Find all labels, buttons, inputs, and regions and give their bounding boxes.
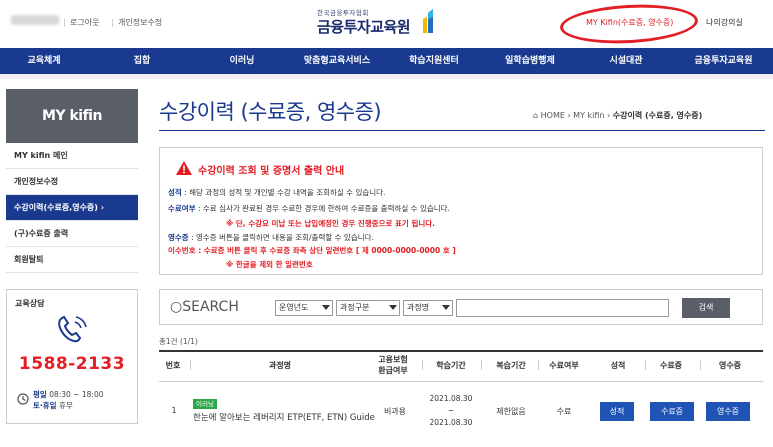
- th-course: 과정명: [268, 361, 292, 370]
- sidebar-item-main[interactable]: MY kifin 메인: [6, 143, 138, 169]
- hours-holiday-label: 토·휴일: [33, 401, 57, 410]
- period-tilde: ~: [447, 406, 455, 415]
- divider: |: [111, 18, 114, 27]
- hours-weekday: 08:30 ~ 18:00: [49, 390, 104, 399]
- th-status: 수료여부: [549, 361, 579, 370]
- nav-item-work-study[interactable]: 일학습병행제: [482, 48, 578, 74]
- notice-receipt: 영수증 : 영수증 버튼을 클릭하면 내용을 조회/출력할 수 있습니다.: [168, 233, 374, 242]
- hours-weekday-label: 평일: [33, 390, 47, 399]
- cell-review: 제한없음: [496, 407, 526, 416]
- course-select[interactable]: 과정명: [403, 300, 453, 316]
- receipt-button[interactable]: 영수증: [706, 402, 750, 421]
- breadcrumb: ⌂ HOME › MY kifin › 수강이력 (수료증, 영수증): [533, 110, 702, 121]
- phone-icon: [58, 315, 87, 343]
- certificate-button[interactable]: 수료증: [650, 402, 694, 421]
- logout-link[interactable]: 로그아웃: [70, 17, 99, 28]
- clock-icon: [17, 393, 29, 405]
- nav-item-learning-support[interactable]: 학습지원센터: [386, 48, 482, 74]
- cell-no: 1: [171, 406, 177, 415]
- consult-title: 교육상담: [15, 299, 45, 308]
- sidebar-item-withdraw[interactable]: 회원탈퇴: [6, 247, 138, 273]
- cell-status: 수료: [556, 407, 572, 416]
- th-no: 번호: [165, 361, 181, 370]
- notice-serial: 이수번호 : 수료증 버튼 클릭 후 수료증 좌측 상단 일련번호 [ 제 00…: [168, 246, 456, 255]
- header-divider: [538, 360, 539, 370]
- kifin-logo[interactable]: 한국금융투자협회 금융투자교육원: [317, 5, 457, 41]
- sidebar-title: MY kifin: [6, 89, 138, 143]
- consult-hours: 평일 08:30 ~ 18:00 토·휴일 휴무: [33, 389, 103, 411]
- home-icon[interactable]: ⌂: [533, 111, 538, 120]
- th-refund: 고용보험 환급여부: [365, 354, 421, 376]
- notice-title: 수강이력 조회 및 증명서 출력 안내: [198, 166, 345, 177]
- consult-phone-number: 1588-2133: [18, 354, 126, 374]
- period-start: 2021.08.30: [429, 394, 473, 403]
- table-head-border: [159, 381, 763, 382]
- category-select[interactable]: 과정구분: [336, 300, 400, 316]
- hours-holiday: 휴무: [58, 401, 73, 410]
- th-grade: 성적: [610, 361, 626, 370]
- search-button[interactable]: 검색: [682, 298, 730, 318]
- divider: |: [63, 18, 66, 27]
- logo-title: 금융투자교육원: [317, 18, 411, 36]
- main-nav: 교육체계 집합 이러닝 맞춤형교육서비스 학습지원센터 일학습병행제 시설대관 …: [0, 48, 773, 74]
- breadcrumb-path[interactable]: HOME › MY kifin ›: [541, 111, 613, 120]
- logo-mark-icon: [423, 9, 433, 33]
- search-icon: ○: [170, 299, 183, 315]
- sidebar-item-old-certificate[interactable]: (구)수료증 출력: [6, 221, 138, 247]
- table-top-border: [159, 350, 763, 352]
- nav-item-facility-rental[interactable]: 시설대관: [578, 48, 674, 74]
- nav-submenu-bar: [0, 74, 773, 79]
- nav-item-elearning[interactable]: 이러닝: [196, 48, 288, 74]
- period-end: 2021.08.30: [429, 418, 473, 427]
- header-divider: [645, 360, 646, 370]
- nav-item-curriculum[interactable]: 교육체계: [0, 48, 88, 74]
- course-name[interactable]: 한눈에 알아보는 레버리지 ETP(ETF, ETN) Guide: [193, 411, 375, 423]
- sidebar-item-course-history[interactable]: 수강이력(수료증,영수증) ›: [6, 195, 138, 221]
- search-label: ○SEARCH: [170, 299, 239, 315]
- header-divider: [422, 360, 423, 370]
- notice-serial-note: ※ 한글을 제외 한 일련번호: [226, 260, 313, 269]
- th-period: 학습기간: [436, 361, 466, 370]
- course-type-badge: 이러닝: [193, 399, 217, 409]
- top-bar: | 로그아웃 | 개인정보수정 한국금융투자협회 금융투자교육원 MY Kifi…: [0, 0, 773, 48]
- th-certificate: 수료증: [659, 361, 683, 370]
- page: | 로그아웃 | 개인정보수정 한국금융투자협회 금융투자교육원 MY Kifi…: [0, 0, 773, 447]
- header-divider: [481, 360, 482, 370]
- consult-box: 교육상담 1588-2133 평일 08:30 ~ 18:00 토·휴일 휴무: [6, 289, 138, 424]
- total-count: 총1건 (1/1): [159, 337, 198, 346]
- notice-grade: 성적 : 해당 과정의 성적 및 개인별 수강 내역을 조회하실 수 있습니다.: [168, 188, 386, 197]
- search-box: ○SEARCH 운영년도 과정구분 과정명 검색: [159, 289, 763, 325]
- title-underline: [159, 130, 765, 131]
- search-input[interactable]: [456, 299, 669, 317]
- year-select[interactable]: 운영년도: [275, 300, 333, 316]
- notice-completion-note: ※ 단, 수강요 미납 또는 납입예정인 경우 진행중으로 표기 됩니다.: [226, 219, 435, 228]
- user-name-blurred: [11, 15, 59, 25]
- grade-button[interactable]: 성적: [600, 402, 634, 421]
- header-divider: [190, 360, 191, 370]
- breadcrumb-current: 수강이력 (수료증, 영수증): [612, 111, 703, 120]
- nav-item-offline[interactable]: 집합: [88, 48, 196, 74]
- header-divider: [700, 360, 701, 370]
- highlight-circle: [559, 1, 699, 47]
- notice-completion: 수료여부 : 수료 심사가 완료된 경우 수료한 경우에 한하여 수료증을 출력…: [168, 204, 450, 213]
- edit-profile-link[interactable]: 개인정보수정: [118, 17, 162, 28]
- th-receipt: 영수증: [718, 361, 742, 370]
- sidebar-menu: MY kifin 메인 개인정보수정 수강이력(수료증,영수증) › (구)수료…: [6, 143, 138, 273]
- warning-icon: [176, 161, 192, 175]
- nav-item-institute[interactable]: 금융투자교육원: [674, 48, 773, 74]
- notice-box: 수강이력 조회 및 증명서 출력 안내 성적 : 해당 과정의 성적 및 개인별…: [159, 147, 763, 275]
- th-review: 복습기간: [496, 361, 526, 370]
- my-classroom-link[interactable]: 나의강의실: [706, 17, 743, 28]
- cell-period: 2021.08.30 ~ 2021.08.30: [425, 393, 477, 429]
- sidebar-item-edit-profile[interactable]: 개인정보수정: [6, 169, 138, 195]
- page-title: 수강이력 (수료증, 영수증): [159, 100, 382, 124]
- nav-item-custom-education[interactable]: 맞춤형교육서비스: [288, 48, 386, 74]
- cell-refund: 비과용: [383, 407, 407, 416]
- th-refund-text: 고용보험 환급여부: [378, 355, 408, 375]
